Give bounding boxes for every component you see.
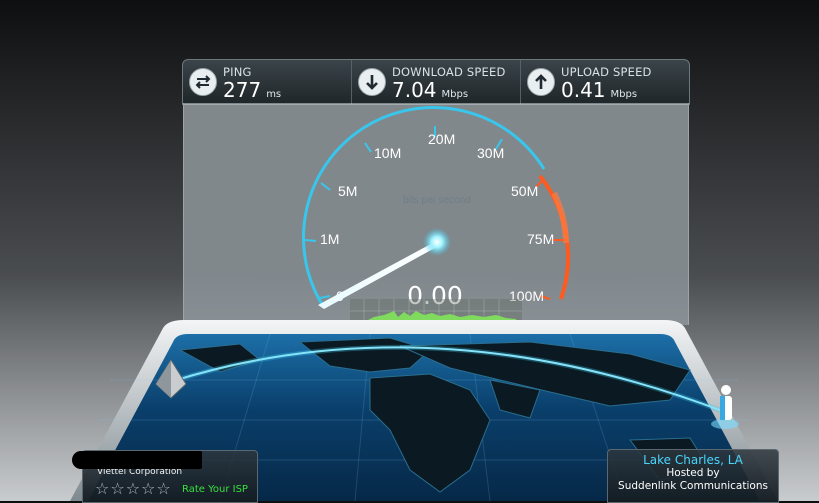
results-panel: PING 277 ms DOWNLOAD SPEED 7.04 Mbps UPLOA…	[182, 59, 690, 105]
rate-isp-link[interactable]: Rate Your ISP	[182, 484, 248, 495]
server-info[interactable]: Lake Charles, LA Hosted by Suddenlink Co…	[607, 449, 779, 503]
download-label: DOWNLOAD SPEED	[392, 65, 506, 79]
ping-icon	[189, 68, 217, 96]
rating-stars[interactable]: ☆☆☆☆☆	[95, 479, 172, 498]
server-location[interactable]: Lake Charles, LA	[608, 453, 778, 467]
tick-20m: 20M	[428, 131, 455, 147]
ping-stat: PING 277 ms	[183, 60, 352, 104]
upload-stat: UPLOAD SPEED 0.41 Mbps	[521, 60, 689, 104]
tick-1m: 1M	[320, 231, 339, 247]
tick-50m: 50M	[511, 183, 538, 199]
ping-value: 277 ms	[223, 78, 282, 102]
download-value: 7.04 Mbps	[392, 78, 469, 102]
server-provider: Suddenlink Communications	[618, 480, 768, 492]
ping-unit: ms	[266, 89, 282, 100]
download-arrow-icon	[358, 68, 386, 96]
gauge-hub	[423, 228, 451, 256]
redaction-bar	[72, 451, 202, 469]
upload-unit: Mbps	[610, 89, 638, 100]
gauge-panel: bits per second 0 1M 5M 10M 20M 30M 50M …	[183, 103, 689, 325]
gauge-caption: bits per second	[403, 195, 471, 206]
hosted-by-label: Hosted by	[666, 467, 720, 479]
tick-30m: 30M	[477, 145, 504, 161]
ping-label: PING	[223, 65, 252, 79]
download-stat: DOWNLOAD SPEED 7.04 Mbps	[352, 60, 521, 104]
tick-75m: 75M	[527, 231, 554, 247]
tick-10m: 10M	[374, 145, 401, 161]
upload-arrow-icon	[527, 68, 555, 96]
speed-gauge: bits per second 0 1M 5M 10M 20M 30M 50M …	[302, 105, 571, 325]
upload-label: UPLOAD SPEED	[561, 65, 652, 79]
upload-value: 0.41 Mbps	[561, 78, 638, 102]
tick-5m: 5M	[338, 183, 357, 199]
download-unit: Mbps	[441, 89, 469, 100]
